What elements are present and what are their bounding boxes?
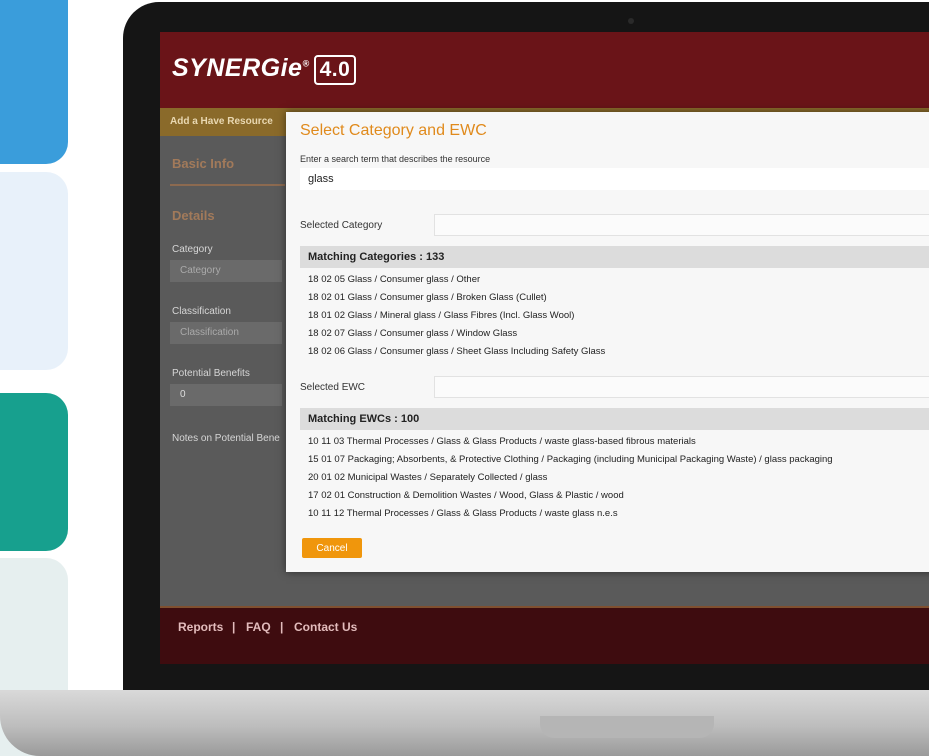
- details-heading[interactable]: Details: [172, 208, 215, 223]
- category-field[interactable]: Category: [170, 260, 282, 282]
- category-list-item[interactable]: 18 02 06 Glass / Consumer glass / Sheet …: [308, 346, 605, 357]
- selected-ewc-label: Selected EWC: [300, 382, 366, 393]
- blue-tile: [0, 0, 68, 164]
- classification-field[interactable]: Classification: [170, 322, 282, 344]
- cancel-button[interactable]: Cancel: [302, 538, 362, 558]
- selected-category-field[interactable]: [434, 214, 929, 236]
- webcam-icon: [628, 18, 634, 24]
- footer-separator: |: [280, 620, 284, 634]
- synergie-logo: SYNERGie® 4.0: [172, 54, 357, 85]
- select-category-dialog: Select Category and EWC Enter a search t…: [286, 112, 929, 572]
- selected-ewc-field[interactable]: [434, 376, 929, 398]
- footer-link-reports[interactable]: Reports: [178, 620, 223, 634]
- search-input[interactable]: [300, 168, 929, 190]
- dialog-title: Select Category and EWC: [300, 122, 487, 139]
- ewc-list-item[interactable]: 10 11 03 Thermal Processes / Glass & Gla…: [308, 436, 696, 447]
- selected-category-label: Selected Category: [300, 220, 383, 231]
- light-blue-tile: [0, 172, 68, 370]
- classification-label: Classification: [172, 306, 231, 317]
- category-list-item[interactable]: 18 01 02 Glass / Mineral glass / Glass F…: [308, 310, 574, 321]
- category-list-item[interactable]: 18 02 01 Glass / Consumer glass / Broken…: [308, 292, 547, 303]
- footer-link-faq[interactable]: FAQ: [246, 620, 271, 634]
- potential-benefits-field[interactable]: 0: [170, 384, 282, 406]
- page-heading: Add a Have Resource: [170, 116, 273, 127]
- search-hint: Enter a search term that describes the r…: [300, 154, 491, 164]
- ewc-list-item[interactable]: 15 01 07 Packaging; Absorbents, & Protec…: [308, 454, 833, 465]
- footer-separator: |: [232, 620, 236, 634]
- laptop-notch: [540, 716, 714, 738]
- potential-benefits-label: Potential Benefits: [172, 368, 250, 379]
- notes-label: Notes on Potential Bene: [172, 433, 280, 444]
- teal-tile: [0, 393, 68, 551]
- version-badge: 4.0: [313, 55, 357, 85]
- laptop-screen: SYNERGie® 4.0 Add a Have Resource Basic I…: [160, 32, 929, 664]
- footer-link-contact[interactable]: Contact Us: [294, 620, 357, 634]
- ewc-list-item[interactable]: 20 01 02 Municipal Wastes / Separately C…: [308, 472, 547, 483]
- ewc-list-item[interactable]: 17 02 01 Construction & Demolition Waste…: [308, 490, 624, 501]
- category-label: Category: [172, 244, 213, 255]
- laptop-base: [0, 690, 929, 756]
- matching-categories-header: Matching Categories : 133: [300, 246, 929, 268]
- app-footer: Reports | FAQ | Contact Us: [160, 606, 929, 664]
- category-list-item[interactable]: 18 02 07 Glass / Consumer glass / Window…: [308, 328, 517, 339]
- app-header: SYNERGie® 4.0: [160, 32, 929, 108]
- ewc-list-item[interactable]: 10 11 12 Thermal Processes / Glass & Gla…: [308, 508, 618, 519]
- divider: [170, 184, 285, 186]
- matching-ewcs-header: Matching EWCs : 100: [300, 408, 929, 430]
- category-list-item[interactable]: 18 02 05 Glass / Consumer glass / Other: [308, 274, 480, 285]
- basic-info-heading[interactable]: Basic Info: [172, 156, 234, 171]
